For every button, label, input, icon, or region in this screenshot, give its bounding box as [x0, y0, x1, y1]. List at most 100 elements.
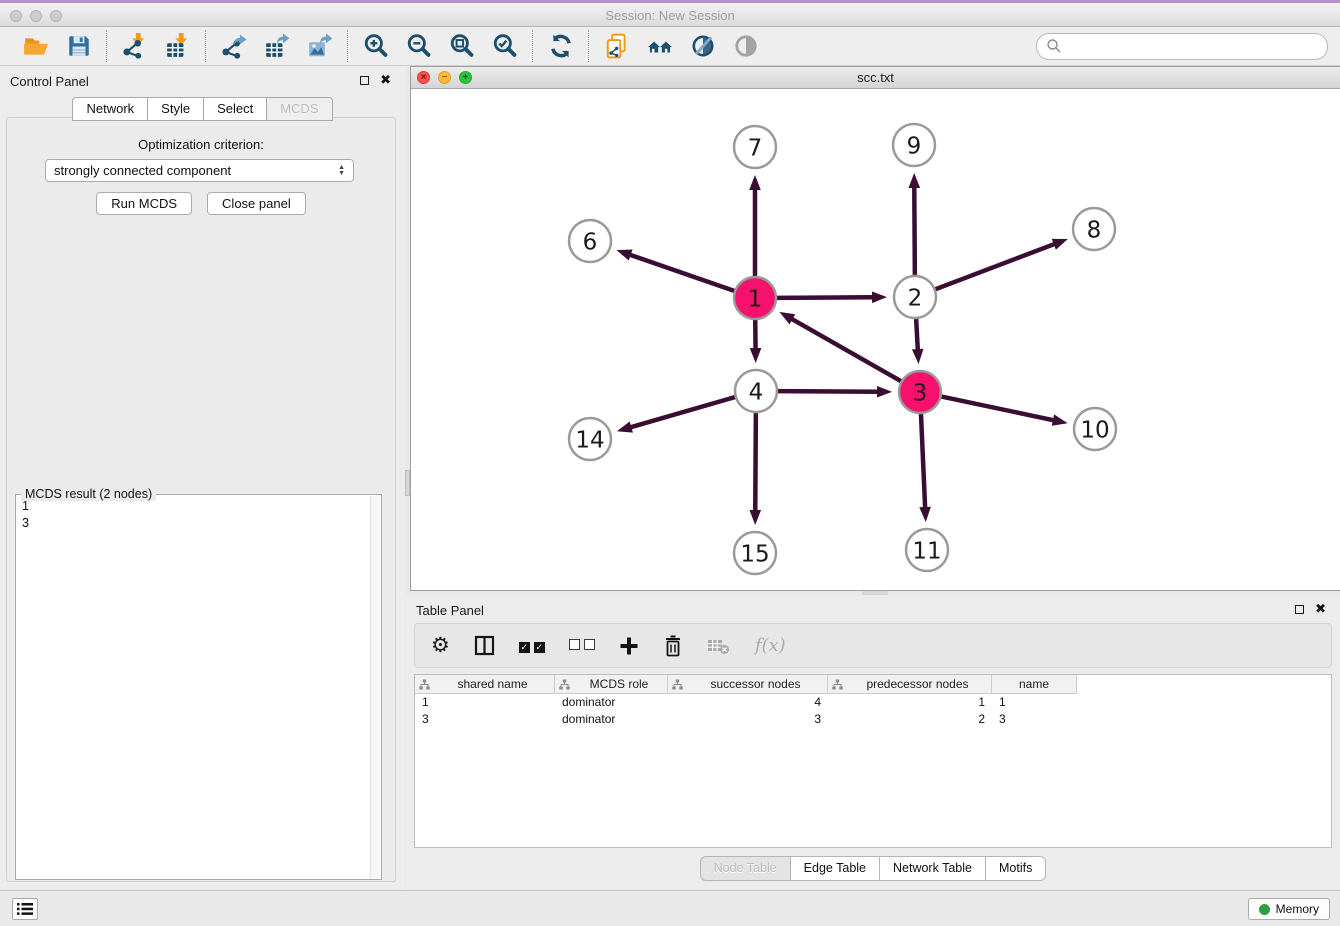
table-row[interactable]: 1dominator411 [415, 694, 1331, 711]
tab-network-table[interactable]: Network Table [879, 856, 985, 881]
tab-mcds[interactable]: MCDS [266, 97, 332, 121]
graph-edge[interactable] [629, 397, 734, 428]
graph-node-8[interactable]: 8 [1073, 208, 1115, 250]
export-network-button[interactable] [220, 33, 247, 60]
tab-edge-table[interactable]: Edge Table [790, 856, 879, 881]
optimization-select-value: strongly connected component [54, 163, 338, 178]
zoom-selected-button[interactable] [491, 33, 518, 60]
graph-edge[interactable] [629, 254, 734, 290]
search-input[interactable] [1062, 39, 1318, 54]
close-panel-icon[interactable]: ✖ [380, 75, 391, 85]
graph-edge[interactable] [916, 319, 918, 351]
graph-edge-arrowhead [749, 175, 761, 190]
task-history-button[interactable] [12, 898, 38, 920]
show-hidden-button[interactable] [732, 33, 759, 60]
graph-node-1[interactable]: 1 [734, 277, 776, 319]
graph-edge[interactable] [778, 391, 879, 392]
tab-select[interactable]: Select [203, 97, 266, 121]
zoom-out-button[interactable] [405, 33, 432, 60]
network-window: × − + scc.txt 7968124314101511 [410, 66, 1340, 591]
graph-edge-arrowhead [616, 250, 632, 261]
table-cell: 1 [415, 694, 555, 711]
graph-edge[interactable] [791, 318, 901, 381]
graph-node-10[interactable]: 10 [1074, 408, 1116, 450]
columns-icon [474, 635, 495, 656]
graph-edge[interactable] [777, 297, 874, 298]
import-table-button[interactable] [164, 33, 191, 60]
optimization-select[interactable]: strongly connected component ▲▼ [45, 159, 354, 182]
graph-node-9[interactable]: 9 [893, 124, 935, 166]
import-table-icon [165, 33, 191, 59]
zoom-in-icon [363, 33, 389, 59]
apply-layout-button[interactable] [547, 33, 574, 60]
graph-edge-arrowhead [1052, 414, 1068, 425]
tab-motifs[interactable]: Motifs [985, 856, 1046, 881]
table-header-row: shared nameMCDS rolesuccessor nodesprede… [415, 675, 1077, 694]
column-header-predecessor-nodes[interactable]: predecessor nodes [828, 675, 992, 693]
column-header-shared-name[interactable]: shared name [415, 675, 555, 693]
table-cell: 4 [668, 694, 828, 711]
save-session-button[interactable] [65, 33, 92, 60]
table-cell: 2 [828, 711, 992, 728]
graph-node-4[interactable]: 4 [735, 370, 777, 412]
tab-node-table[interactable]: Node Table [700, 856, 790, 881]
graph-edge[interactable] [942, 397, 1055, 421]
unchecked-boxes-icon [569, 637, 595, 655]
result-scrollbar[interactable] [370, 496, 380, 878]
tab-network[interactable]: Network [72, 97, 147, 121]
zoom-fit-button[interactable] [448, 33, 475, 60]
mcds-panel-body: Optimization criterion: strongly connect… [6, 117, 396, 882]
float-panel-icon[interactable] [360, 76, 369, 85]
save-floppy-icon [66, 33, 92, 59]
graph-node-11[interactable]: 11 [906, 529, 948, 571]
graph-edge-arrowhead [872, 291, 887, 303]
memory-button[interactable]: Memory [1248, 898, 1330, 920]
deselect-all-rows-button[interactable] [569, 637, 595, 655]
houses-icon [647, 33, 673, 59]
svg-text:14: 14 [575, 427, 604, 453]
graph-node-3[interactable]: 3 [899, 371, 941, 413]
mcds-result-text[interactable]: 1 3 [17, 496, 369, 878]
column-layout-button[interactable] [474, 635, 495, 656]
graph-node-2[interactable]: 2 [894, 276, 936, 318]
column-header-successor-nodes[interactable]: successor nodes [668, 675, 828, 693]
refresh-icon [548, 33, 574, 59]
graph-node-15[interactable]: 15 [734, 532, 776, 574]
column-header-MCDS-role[interactable]: MCDS role [555, 675, 668, 693]
table-body: 1dominator4113dominator323 [415, 694, 1331, 728]
add-column-button[interactable] [619, 636, 639, 656]
clone-network-button[interactable] [603, 33, 630, 60]
graph-node-6[interactable]: 6 [569, 220, 611, 262]
network-title: scc.txt [411, 70, 1340, 85]
tab-style[interactable]: Style [147, 97, 203, 121]
graph-edge[interactable] [936, 244, 1056, 290]
graph-node-14[interactable]: 14 [569, 418, 611, 460]
network-canvas-svg: 7 9 6 8 1 2 4 3 14 10 15 11 [411, 89, 1339, 591]
graph-edge[interactable] [914, 186, 915, 275]
delete-table-button[interactable] [707, 637, 731, 655]
column-header-name[interactable]: name [992, 675, 1077, 693]
select-all-rows-button[interactable]: ✓✓ [519, 637, 545, 655]
graph-edge[interactable] [755, 413, 756, 512]
run-mcds-button[interactable]: Run MCDS [96, 192, 192, 215]
export-table-button[interactable] [263, 33, 290, 60]
open-session-button[interactable] [22, 33, 49, 60]
close-panel-button[interactable]: Close panel [207, 192, 306, 215]
float-panel-icon[interactable] [1295, 605, 1304, 614]
network-canvas[interactable]: 7 9 6 8 1 2 4 3 14 10 15 11 [411, 89, 1340, 590]
close-panel-icon[interactable]: ✖ [1315, 604, 1326, 614]
import-network-button[interactable] [121, 33, 148, 60]
graph-edge[interactable] [921, 414, 925, 509]
export-image-button[interactable] [306, 33, 333, 60]
memory-status-icon [1259, 904, 1270, 915]
table-row[interactable]: 3dominator323 [415, 711, 1331, 728]
search-icon [1046, 38, 1062, 54]
delete-column-button[interactable] [663, 635, 683, 657]
hide-selected-button[interactable] [689, 33, 716, 60]
table-settings-button[interactable]: ⚙ [431, 636, 450, 656]
function-builder-button[interactable]: f(x) [755, 635, 786, 656]
first-neighbors-button[interactable] [646, 33, 673, 60]
graph-edge-arrowhead [912, 349, 924, 364]
zoom-in-button[interactable] [362, 33, 389, 60]
graph-node-7[interactable]: 7 [734, 126, 776, 168]
